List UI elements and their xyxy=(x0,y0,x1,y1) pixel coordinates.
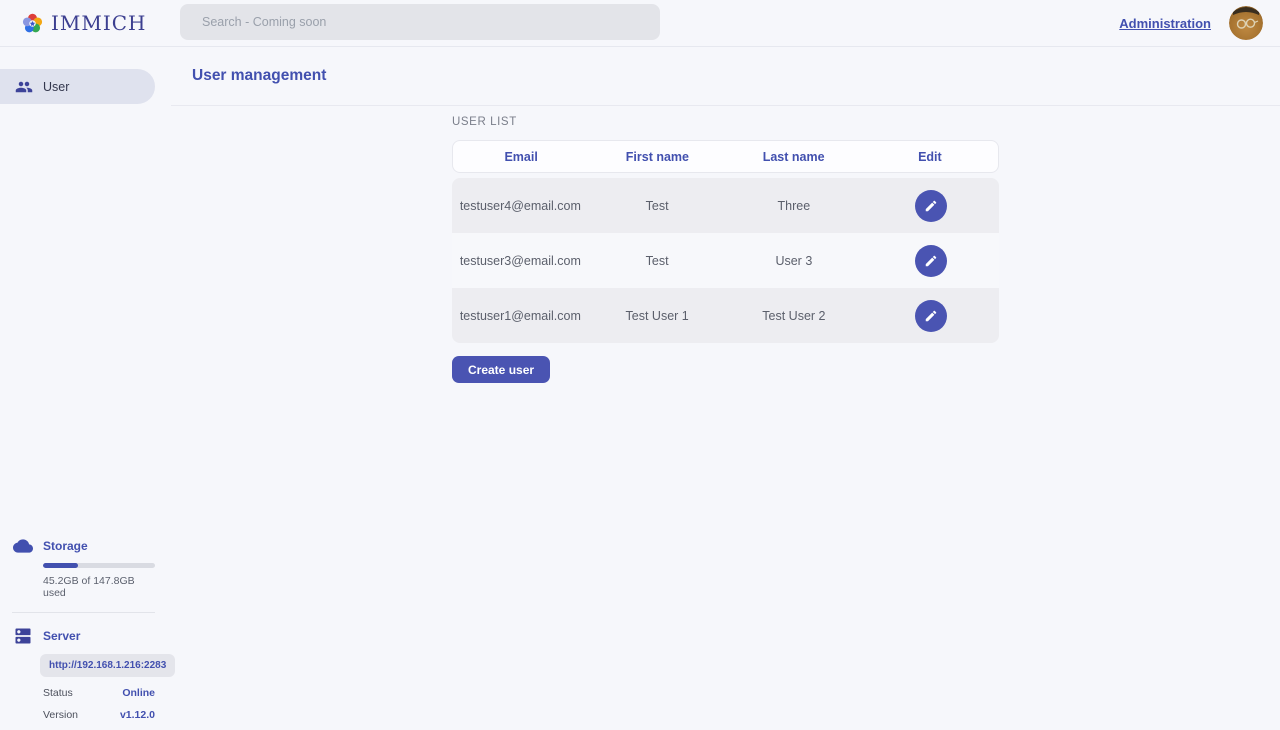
sidebar-item-label: User xyxy=(43,80,69,94)
header-right: Administration xyxy=(1119,6,1263,40)
table-row: testuser3@email.com Test User 3 xyxy=(452,233,999,288)
sidebar-item-user[interactable]: User xyxy=(0,69,155,104)
cell-first-name: Test xyxy=(589,254,726,268)
version-value: v1.12.0 xyxy=(120,709,155,721)
column-header-edit: Edit xyxy=(862,150,998,164)
storage-progress-fill xyxy=(43,563,78,568)
pencil-icon xyxy=(924,199,938,213)
cell-first-name: Test User 1 xyxy=(589,309,726,323)
sidebar: User Storage 45.2GB of 147.8GB used xyxy=(0,47,171,730)
server-panel: Server http://192.168.1.216:2283 Status … xyxy=(0,626,171,721)
column-header-email: Email xyxy=(453,150,589,164)
user-table-rows: testuser4@email.com Test Three te xyxy=(452,178,999,343)
column-header-last-name: Last name xyxy=(726,150,862,164)
version-label: Version xyxy=(43,709,78,721)
brand-wordmark: IMMICH xyxy=(51,11,147,35)
create-user-button[interactable]: Create user xyxy=(452,356,550,383)
immich-admin-app: IMMICH Administration xyxy=(0,0,1280,730)
server-url-chip: http://192.168.1.216:2283 xyxy=(40,654,175,677)
status-value: Online xyxy=(122,687,155,699)
cell-first-name: Test xyxy=(589,199,726,213)
cell-email: testuser1@email.com xyxy=(452,309,589,323)
server-status-row: Status Online xyxy=(43,687,155,699)
status-label: Status xyxy=(43,687,73,699)
search-input[interactable] xyxy=(180,4,660,40)
cell-last-name: Three xyxy=(726,199,863,213)
storage-progress-bar xyxy=(43,563,155,568)
pencil-icon xyxy=(924,309,938,323)
storage-usage-text: 45.2GB of 147.8GB used xyxy=(43,575,155,599)
users-icon xyxy=(15,78,33,96)
storage-title: Storage xyxy=(43,539,88,553)
cell-last-name: User 3 xyxy=(726,254,863,268)
storage-panel: Storage 45.2GB of 147.8GB used xyxy=(0,536,171,599)
server-title: Server xyxy=(43,629,80,643)
column-header-first-name: First name xyxy=(589,150,725,164)
table-row: testuser4@email.com Test Three xyxy=(452,178,999,233)
page-header: User management xyxy=(171,47,1280,106)
edit-user-button[interactable] xyxy=(915,245,947,277)
page-title: User management xyxy=(192,67,326,85)
cell-email: testuser4@email.com xyxy=(452,199,589,213)
edit-user-button[interactable] xyxy=(915,190,947,222)
page-body: User Storage 45.2GB of 147.8GB used xyxy=(0,47,1280,730)
cloud-icon xyxy=(13,536,33,556)
server-icon xyxy=(13,626,33,646)
pencil-icon xyxy=(924,254,938,268)
edit-user-button[interactable] xyxy=(915,300,947,332)
avatar[interactable] xyxy=(1229,6,1263,40)
app-header: IMMICH Administration xyxy=(0,0,1280,47)
table-row: testuser1@email.com Test User 1 Test Use… xyxy=(452,288,999,343)
user-list-heading: USER LIST xyxy=(452,116,999,132)
user-table-header: Email First name Last name Edit xyxy=(452,140,999,173)
sidebar-bottom: Storage 45.2GB of 147.8GB used Server xyxy=(0,536,171,721)
immich-logo-icon xyxy=(21,12,44,35)
brand: IMMICH xyxy=(21,11,147,35)
cell-last-name: Test User 2 xyxy=(726,309,863,323)
cell-email: testuser3@email.com xyxy=(452,254,589,268)
main-content: User management USER LIST Email First na… xyxy=(171,47,1280,730)
server-version-row: Version v1.12.0 xyxy=(43,709,155,721)
administration-link[interactable]: Administration xyxy=(1119,16,1211,31)
sidebar-divider xyxy=(12,612,155,613)
